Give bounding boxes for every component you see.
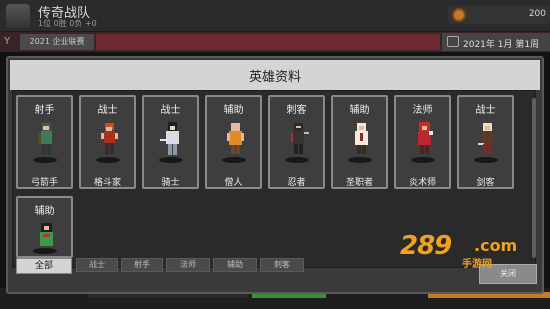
modal-header: 英雄资料 — [10, 60, 540, 90]
modal-title: 英雄资料 — [248, 70, 301, 85]
calendar-icon — [447, 36, 459, 47]
trophy-icon: Y — [4, 36, 11, 47]
hero-card-fighter[interactable]: 战士 格斗家 — [79, 95, 136, 189]
hero-name: 骑士 — [161, 178, 180, 188]
fighter-sprite-icon — [101, 123, 118, 154]
hero-card-cleric[interactable]: 辅助 圣职者 — [331, 95, 388, 189]
date-text: 2021年 1月 第1周 — [463, 40, 540, 50]
filter-tab-support[interactable]: 辅助 — [213, 258, 257, 272]
hero-card-support[interactable]: 辅助 — [16, 196, 73, 258]
hero-role: 战士 — [97, 105, 118, 116]
coin-icon — [452, 8, 466, 22]
hero-card-swordsman[interactable]: 战士 剑客 — [457, 95, 514, 189]
team-logo-icon — [6, 4, 30, 28]
hero-card-monk[interactable]: 辅助 僧人 — [205, 95, 262, 189]
hero-card-archer[interactable]: 射手 弓箭手 — [16, 95, 73, 189]
hero-role: 辅助 — [223, 105, 244, 116]
hero-role: 法师 — [412, 105, 433, 116]
filter-tab-all[interactable]: 全部 — [16, 258, 72, 274]
support-sprite-icon — [40, 223, 53, 246]
league-tab[interactable]: 2021 企业联赛 — [20, 34, 94, 50]
ninja-sprite-icon — [291, 123, 309, 154]
sub-bar-highlight — [96, 34, 440, 50]
filter-tab-assassin[interactable]: 刺客 — [260, 258, 304, 272]
coin-value: 200 — [528, 9, 546, 19]
hero-role: 射手 — [34, 105, 55, 116]
hero-card-pyromancer[interactable]: 法师 炎术师 — [394, 95, 451, 189]
team-record: 1位 0胜 0负 +0 — [38, 19, 97, 28]
watermark-logo: 289 — [400, 231, 452, 261]
watermark-subtitle: 手游网 — [462, 259, 492, 270]
hero-name: 剑客 — [476, 178, 495, 188]
filter-tab-marksman[interactable]: 射手 — [121, 258, 163, 272]
hero-name: 僧人 — [224, 178, 243, 188]
filter-tab-warrior[interactable]: 战士 — [76, 258, 118, 272]
watermark-suffix: .com — [474, 236, 518, 255]
hero-card-knight[interactable]: 战士 骑士 — [142, 95, 199, 189]
hero-name: 圣职者 — [345, 178, 373, 188]
hero-role: 战士 — [475, 105, 496, 116]
hero-name: 格斗家 — [93, 178, 121, 188]
hero-role: 辅助 — [34, 206, 55, 217]
pyromancer-sprite-icon — [418, 122, 433, 154]
hero-name: 弓箭手 — [30, 178, 58, 188]
cleric-sprite-icon — [355, 123, 368, 154]
hero-role: 刺客 — [286, 105, 307, 116]
monk-sprite-icon — [227, 123, 244, 154]
hero-name: 忍者 — [287, 178, 306, 188]
archer-sprite-icon — [38, 123, 52, 154]
hero-role: 辅助 — [349, 105, 370, 116]
swordsman-sprite-icon — [478, 123, 493, 154]
scrollbar[interactable] — [532, 98, 536, 258]
hero-card-ninja[interactable]: 刺客 忍者 — [268, 95, 325, 189]
hero-role: 战士 — [160, 105, 181, 116]
filter-tab-mage[interactable]: 法师 — [166, 258, 210, 272]
knight-sprite-icon — [160, 122, 179, 155]
hero-name: 炎术师 — [408, 178, 436, 188]
